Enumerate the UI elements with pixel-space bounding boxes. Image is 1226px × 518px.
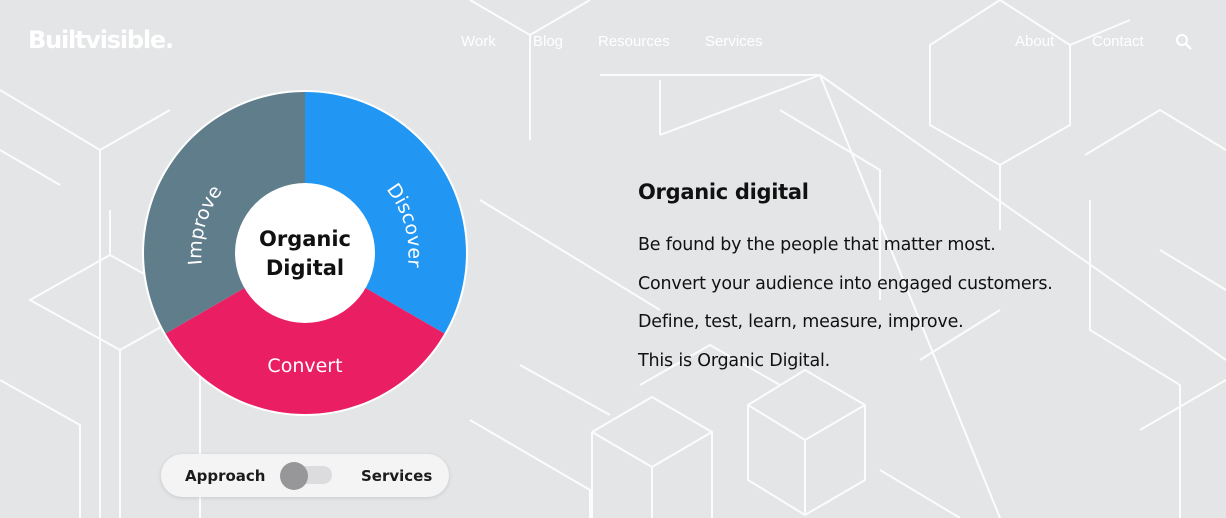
search-icon[interactable] xyxy=(1175,33,1193,51)
builtvisible-logo[interactable]: Builtvisible. xyxy=(28,26,174,54)
copy-line-1: Be found by the people that matter most. xyxy=(638,235,996,255)
nav-link-work[interactable]: Work xyxy=(461,33,496,50)
wheel-label-convert: Convert xyxy=(267,355,342,377)
nav-link-services[interactable]: Services xyxy=(705,33,763,50)
wheel-center-label: Organic Digital xyxy=(235,184,375,324)
site-header: Builtvisible. Work Blog Resources Servic… xyxy=(0,0,1226,84)
section-title: Organic digital xyxy=(638,180,809,204)
wheel-center-line-1: Organic xyxy=(258,227,351,251)
toggle-label-services[interactable]: Services xyxy=(361,467,432,485)
nav-link-about[interactable]: About xyxy=(1015,33,1054,50)
copy-line-4: This is Organic Digital. xyxy=(638,350,831,371)
toggle-switch-knob[interactable] xyxy=(280,462,308,490)
organic-digital-copy: Organic digital Be found by the people t… xyxy=(638,180,1158,380)
copy-line-3: Define, test, learn, measure, improve. xyxy=(638,312,964,332)
toggle-label-approach[interactable]: Approach xyxy=(185,467,265,485)
approach-services-toggle: Approach Services xyxy=(161,454,449,497)
wheel-center-line-2: Digital xyxy=(265,256,345,280)
nav-link-contact[interactable]: Contact xyxy=(1092,33,1144,50)
copy-line-2: Convert your audience into engaged custo… xyxy=(638,273,1053,294)
nav-link-resources[interactable]: Resources xyxy=(598,33,670,50)
nav-link-blog[interactable]: Blog xyxy=(533,33,563,50)
